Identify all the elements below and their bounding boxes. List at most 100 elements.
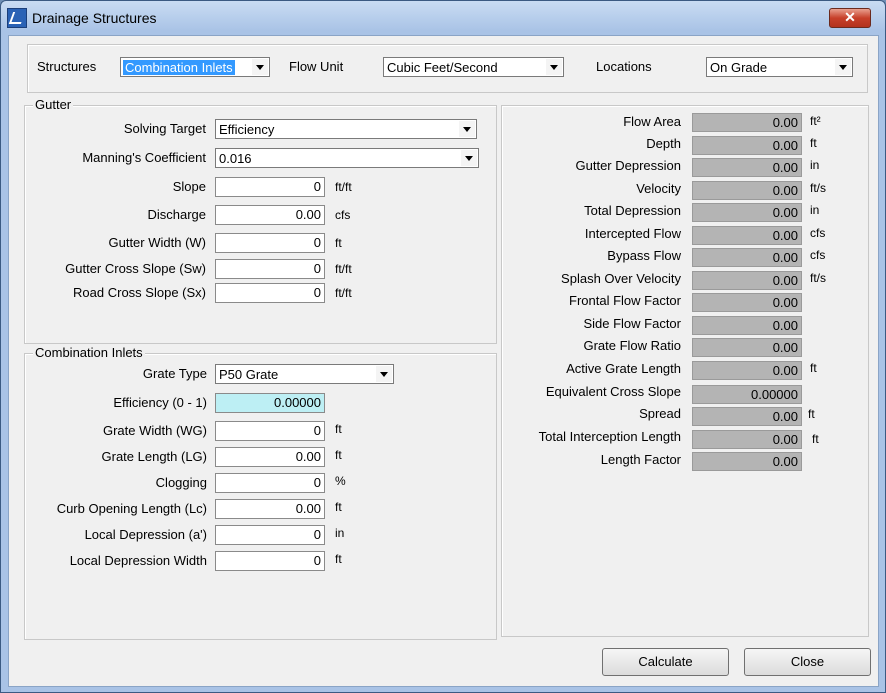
result-value-length-factor: 0.00 bbox=[692, 452, 802, 471]
result-label-gutter-depression: Gutter Depression bbox=[575, 158, 682, 173]
selector-panel: Structures Combination Inlets Flow Unit … bbox=[27, 44, 868, 93]
window-close-button[interactable]: ✕ bbox=[829, 8, 871, 28]
road-cross-slope-input[interactable]: 0 bbox=[215, 283, 325, 303]
result-unit-bypass-flow: cfs bbox=[810, 248, 826, 262]
grate-width-unit: ft bbox=[335, 422, 342, 436]
structures-value: Combination Inlets bbox=[123, 60, 235, 75]
dialog-client-area: Structures Combination Inlets Flow Unit … bbox=[8, 35, 879, 687]
result-value-flow-area: 0.00 bbox=[692, 113, 802, 132]
chevron-down-icon[interactable] bbox=[835, 59, 851, 75]
result-label-side-flow-factor: Side Flow Factor bbox=[583, 316, 681, 331]
local-depression-width-input[interactable]: 0 bbox=[215, 551, 325, 571]
road-cross-slope-unit: ft/ft bbox=[335, 286, 352, 300]
curb-opening-length-unit: ft bbox=[335, 500, 342, 514]
clogging-label: Clogging bbox=[155, 475, 207, 490]
mannings-coefficient-select[interactable]: 0.016 bbox=[215, 148, 479, 168]
curb-opening-length-input[interactable]: 0.00 bbox=[215, 499, 325, 519]
discharge-input[interactable]: 0.00 bbox=[215, 205, 325, 225]
result-value-spread: 0.00 bbox=[692, 407, 802, 426]
clogging-unit: % bbox=[335, 474, 346, 488]
result-value-velocity: 0.00 bbox=[692, 181, 802, 200]
result-value-active-grate-length: 0.00 bbox=[692, 361, 802, 380]
gutter-width-label: Gutter Width (W) bbox=[108, 235, 206, 250]
combination-inlets-legend: Combination Inlets bbox=[33, 345, 145, 360]
result-label-flow-area: Flow Area bbox=[623, 114, 681, 129]
result-value-bypass-flow: 0.00 bbox=[692, 248, 802, 267]
result-unit-intercepted-flow: cfs bbox=[810, 226, 826, 240]
close-button[interactable]: Close bbox=[744, 648, 871, 676]
result-unit-total-interception-length: ft bbox=[812, 432, 819, 446]
result-unit-depth: ft bbox=[810, 136, 817, 150]
result-unit-splash-over-velocity: ft/s bbox=[810, 271, 827, 285]
curb-opening-length-label: Curb Opening Length (Lc) bbox=[56, 501, 207, 516]
result-unit-spread: ft bbox=[808, 407, 815, 421]
gutter-width-unit: ft bbox=[335, 236, 342, 250]
result-value-frontal-flow-factor: 0.00 bbox=[692, 293, 802, 312]
mannings-coefficient-label: Manning's Coefficient bbox=[82, 150, 206, 165]
road-cross-slope-label: Road Cross Slope (Sx) bbox=[73, 285, 206, 300]
chevron-down-icon[interactable] bbox=[376, 366, 392, 382]
grate-width-label: Grate Width (WG) bbox=[102, 423, 207, 438]
app-icon bbox=[7, 8, 27, 28]
gutter-group: Gutter Solving Target Efficiency Manning… bbox=[24, 97, 497, 344]
local-depression-unit: in bbox=[335, 526, 345, 540]
clogging-input[interactable]: 0 bbox=[215, 473, 325, 493]
drainage-structures-window: Drainage Structures ✕ Structures Combina… bbox=[0, 0, 886, 693]
result-unit-total-depression: in bbox=[810, 203, 820, 217]
title-bar[interactable]: Drainage Structures ✕ bbox=[1, 1, 885, 35]
result-unit-active-grate-length: ft bbox=[810, 361, 817, 375]
flow-unit-select[interactable]: Cubic Feet/Second bbox=[383, 57, 564, 77]
local-depression-label: Local Depression (a') bbox=[84, 527, 207, 542]
local-depression-width-label: Local Depression Width bbox=[69, 553, 207, 568]
solving-target-value: Efficiency bbox=[219, 122, 275, 137]
results-group: Flow Area 0.00 ft² Depth 0.00 ft Gutter … bbox=[501, 105, 869, 637]
chevron-down-icon[interactable] bbox=[461, 150, 477, 166]
flow-unit-label: Flow Unit bbox=[289, 59, 344, 74]
efficiency-input[interactable]: 0.00000 bbox=[215, 393, 325, 413]
grate-length-input[interactable]: 0.00 bbox=[215, 447, 325, 467]
flow-unit-value: Cubic Feet/Second bbox=[387, 60, 498, 75]
chevron-down-icon[interactable] bbox=[546, 59, 562, 75]
gutter-cross-slope-input[interactable]: 0 bbox=[215, 259, 325, 279]
gutter-cross-slope-unit: ft/ft bbox=[335, 262, 352, 276]
result-value-intercepted-flow: 0.00 bbox=[692, 226, 802, 245]
result-unit-gutter-depression: in bbox=[810, 158, 820, 172]
window-title: Drainage Structures bbox=[32, 10, 157, 26]
grate-width-input[interactable]: 0 bbox=[215, 421, 325, 441]
result-label-total-interception-length: Total Interception Length bbox=[538, 429, 681, 444]
result-value-total-interception-length: 0.00 bbox=[692, 430, 802, 449]
combination-inlets-group: Combination Inlets Grate Type P50 Grate … bbox=[24, 345, 497, 640]
result-label-frontal-flow-factor: Frontal Flow Factor bbox=[569, 293, 681, 308]
grate-type-value: P50 Grate bbox=[219, 367, 279, 382]
grate-type-select[interactable]: P50 Grate bbox=[215, 364, 394, 384]
result-label-grate-flow-ratio: Grate Flow Ratio bbox=[583, 338, 681, 353]
chevron-down-icon[interactable] bbox=[459, 121, 475, 137]
local-depression-input[interactable]: 0 bbox=[215, 525, 325, 545]
slope-input[interactable]: 0 bbox=[215, 177, 325, 197]
locations-label: Locations bbox=[596, 59, 652, 74]
locations-value: On Grade bbox=[710, 60, 768, 75]
calculate-button[interactable]: Calculate bbox=[602, 648, 729, 676]
result-unit-flow-area: ft² bbox=[810, 114, 821, 128]
discharge-unit: cfs bbox=[335, 208, 351, 222]
result-value-splash-over-velocity: 0.00 bbox=[692, 271, 802, 290]
solving-target-select[interactable]: Efficiency bbox=[215, 119, 477, 139]
discharge-label: Discharge bbox=[147, 207, 206, 222]
result-label-active-grate-length: Active Grate Length bbox=[566, 361, 681, 376]
chevron-down-icon[interactable] bbox=[252, 59, 268, 75]
locations-select[interactable]: On Grade bbox=[706, 57, 853, 77]
result-unit-velocity: ft/s bbox=[810, 181, 827, 195]
solving-target-label: Solving Target bbox=[123, 121, 206, 136]
structures-label: Structures bbox=[37, 59, 97, 74]
result-label-intercepted-flow: Intercepted Flow bbox=[584, 226, 681, 241]
local-depression-width-unit: ft bbox=[335, 552, 342, 566]
result-label-total-depression: Total Depression bbox=[584, 203, 681, 218]
mannings-coefficient-value: 0.016 bbox=[219, 151, 252, 166]
gutter-cross-slope-label: Gutter Cross Slope (Sw) bbox=[65, 261, 206, 276]
structures-select[interactable]: Combination Inlets bbox=[120, 57, 270, 77]
grate-type-label: Grate Type bbox=[142, 366, 207, 381]
grate-length-unit: ft bbox=[335, 448, 342, 462]
gutter-legend: Gutter bbox=[33, 97, 74, 112]
gutter-width-input[interactable]: 0 bbox=[215, 233, 325, 253]
result-label-depth: Depth bbox=[646, 136, 681, 151]
